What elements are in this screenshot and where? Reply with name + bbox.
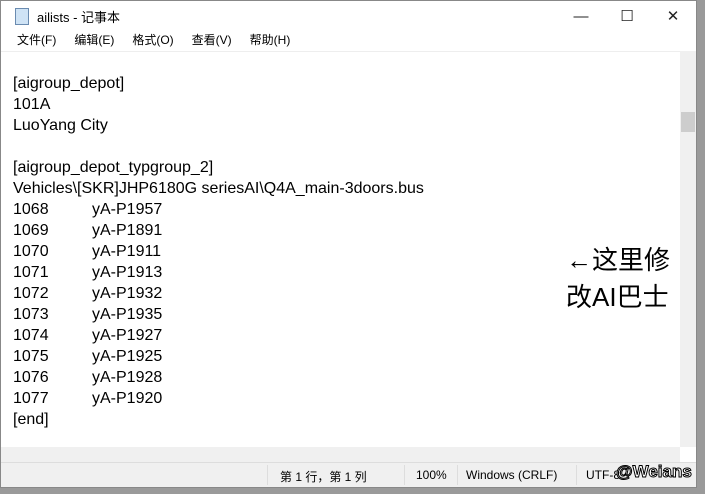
text-line: 1072 yA-P1932 [13,283,424,304]
text-line: LuoYang City [13,117,108,134]
vehicle-plate: yA-P1935 [92,306,163,323]
vehicle-id: 1076 [13,369,49,386]
title-bar: ailists - 记事本 — ☐ ✕ [1,1,696,31]
maximize-button[interactable]: ☐ [604,1,650,31]
text-line: 1074 yA-P1927 [13,325,424,346]
vehicle-id: 1077 [13,390,49,407]
vehicle-plate: yA-P1891 [92,222,163,239]
line-ending: Windows (CRLF) [466,468,558,482]
vehicle-id: 1074 [13,327,49,344]
menu-file[interactable]: 文件(F) [15,31,58,51]
text-line [13,136,424,157]
vehicle-plate: yA-P1913 [92,264,163,281]
vehicle-id: 1069 [13,222,49,239]
horizontal-scrollbar[interactable] [1,447,680,463]
text-line: 1068 yA-P1957 [13,199,424,220]
vehicle-plate: yA-P1928 [92,369,163,386]
text-line: 1077 yA-P1920 [13,388,424,409]
vehicle-plate: yA-P1927 [92,327,163,344]
notepad-window: ailists - 记事本 — ☐ ✕ 文件(F) 编辑(E) 格式(O) 查看… [0,0,697,488]
zoom-level: 100% [416,468,447,482]
vehicle-id: 1071 [13,264,49,281]
text-line: 1073 yA-P1935 [13,304,424,325]
encoding: UTF-8 [586,468,620,482]
vehicle-id: 1072 [13,285,49,302]
notepad-icon [15,7,29,25]
minimize-button[interactable]: — [558,1,604,31]
text-line: [aigroup_depot_typgroup_2] [13,159,214,176]
text-line: Vehicles\[SKR]JHP6180G seriesAI\Q4A_main… [13,180,424,197]
text-line: 1069 yA-P1891 [13,220,424,241]
menu-help[interactable]: 帮助(H) [248,31,293,51]
vehicle-id: 1073 [13,306,49,323]
vehicle-id: 1068 [13,201,49,218]
text-line: 1071 yA-P1913 [13,262,424,283]
watermark: @Weians [616,462,693,482]
annotation-line: 改AI巴士 [566,282,669,312]
annotation-line: ←这里修 [566,245,671,275]
vehicle-plate: yA-P1925 [92,348,163,365]
menu-view[interactable]: 查看(V) [190,31,234,51]
text-line: [end] [13,411,49,428]
text-content: [aigroup_depot] 101A LuoYang City [aigroup_… [13,52,424,430]
text-line [13,52,424,73]
vertical-scrollbar[interactable] [680,51,696,447]
text-line: 1070 yA-P1911 [13,241,424,262]
vehicle-plate: yA-P1920 [92,390,163,407]
text-line: 101A [13,96,51,113]
menu-format[interactable]: 格式(O) [130,31,175,51]
annotation: ←这里修 改AI巴士 [566,242,670,316]
scrollbar-thumb[interactable] [681,112,695,132]
cursor-position: 第 1 行，第 1 列 [280,470,367,484]
close-button[interactable]: ✕ [650,1,696,31]
vehicle-plate: yA-P1957 [92,201,163,218]
vehicle-plate: yA-P1911 [92,243,162,260]
status-bar: 第 1 行，第 1 列 100% Windows (CRLF) UTF-8 [1,462,696,487]
vehicle-id: 1070 [13,243,49,260]
window-title: ailists - 记事本 [37,9,121,25]
text-line: 1075 yA-P1925 [13,346,424,367]
text-line: 1076 yA-P1928 [13,367,424,388]
vehicle-id: 1075 [13,348,49,365]
text-line: [aigroup_depot] [13,75,125,92]
vehicle-plate: yA-P1932 [92,285,163,302]
menu-bar: 文件(F) 编辑(E) 格式(O) 查看(V) 帮助(H) [1,31,696,51]
text-editor[interactable]: [aigroup_depot] 101A LuoYang City [aigroup_… [1,51,680,447]
menu-edit[interactable]: 编辑(E) [72,31,116,51]
